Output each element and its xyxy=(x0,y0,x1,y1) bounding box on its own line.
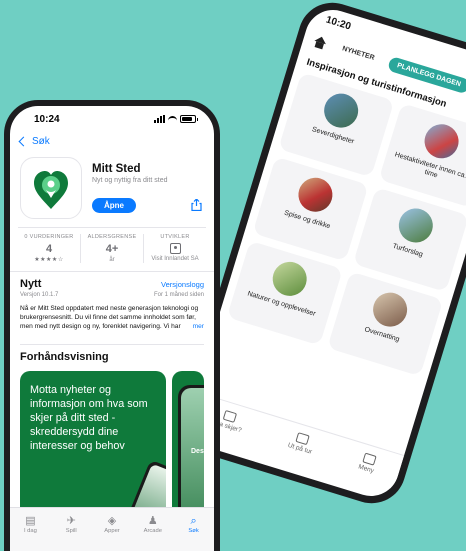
tab-arcade[interactable]: ♟ Arcade xyxy=(136,514,170,551)
category-thumbnail xyxy=(394,204,437,247)
category-thumbnail xyxy=(419,119,463,163)
wifi-icon xyxy=(168,115,177,123)
tab-label: Søk xyxy=(188,528,199,534)
status-time: 10:24 xyxy=(34,113,60,125)
battery-icon xyxy=(180,115,198,123)
developer-name: Visit Innlandet SA xyxy=(151,256,199,262)
layers-icon: ◈ xyxy=(107,515,117,527)
person-icon xyxy=(169,243,181,254)
map-icon xyxy=(295,432,311,446)
preview-section: Forhåndsvisning Motta nyheter og informa… xyxy=(10,343,214,531)
joystick-icon: ♟ xyxy=(147,515,158,527)
category-thumbnail xyxy=(267,257,311,300)
category-label: Hestaktiviteter innen ca. 1 time xyxy=(393,151,466,182)
developer-header: UTVIKLER xyxy=(160,234,190,240)
status-icons xyxy=(154,115,198,123)
back-button[interactable]: Søk xyxy=(10,132,214,151)
nav-ut-pa-tur[interactable]: Ut på tur xyxy=(286,430,316,456)
back-phone-screen: 10:20 ▮▮▮ NYHETER PLANLEGG DAGEN Inspira… xyxy=(181,3,466,503)
preview-title: Forhåndsvisning xyxy=(20,343,204,363)
version-row: Versjon 10.1.7 For 1 måned siden xyxy=(20,292,204,298)
heart-location-icon xyxy=(34,171,68,209)
status-bar: 10:24 xyxy=(10,106,214,132)
app-icon xyxy=(20,157,82,219)
category-thumbnail xyxy=(319,89,362,132)
ratings-value: 4 xyxy=(45,243,53,255)
tab-label: Spill xyxy=(65,528,77,534)
screenshot-caption: Motta nyheter og informasjon om hva som … xyxy=(30,383,148,452)
app-store-screen: 10:24 Søk Mitt Sted Nyt og nyttig fra di… xyxy=(10,106,214,551)
today-icon: ▤ xyxy=(25,515,36,527)
category-thumbnail xyxy=(293,173,337,216)
app-header: Mitt Sted Nyt og nyttig fra ditt sted Åp… xyxy=(10,151,214,227)
age-column: ALDERSGRENSE 4+ år xyxy=(81,234,144,263)
age-unit: år xyxy=(109,257,115,263)
open-button[interactable]: Åpne xyxy=(92,198,136,213)
whats-new-header: Nytt Versjonslogg xyxy=(20,272,204,290)
age-header: ALDERSGRENSE xyxy=(87,234,137,240)
chevron-left-icon xyxy=(18,136,29,147)
app-meta: Mitt Sted Nyt og nyttig fra ditt sted Åp… xyxy=(92,157,204,219)
version-number: Versjon 10.1.7 xyxy=(20,292,59,298)
category-label: Overnatting xyxy=(363,326,401,344)
rocket-icon: ✈ xyxy=(66,515,76,527)
release-age: For 1 måned siden xyxy=(153,292,204,298)
release-notes: Nå er Mitt Sted oppdatert med neste gene… xyxy=(20,304,204,332)
back-status-time: 10:20 xyxy=(324,13,353,32)
star-rating: ★★★★☆ xyxy=(34,257,64,263)
tab-bar: ▤ I dag ✈ Spill ◈ Apper ♟ Arcade ⌕ Søk xyxy=(10,507,214,551)
release-notes-text: Nå er Mitt Sted oppdatert med neste gene… xyxy=(20,305,199,331)
nav-label: Ut på tur xyxy=(286,441,313,456)
front-phone: 10:24 Søk Mitt Sted Nyt og nyttig fra di… xyxy=(4,100,220,551)
signal-icon xyxy=(154,115,165,123)
tab-spill[interactable]: ✈ Spill xyxy=(54,514,88,551)
tab-label: Apper xyxy=(104,528,120,534)
age-value: 4+ xyxy=(105,243,119,255)
back-label: Søk xyxy=(32,136,50,147)
app-name: Mitt Sted xyxy=(92,163,141,175)
tab-label: Arcade xyxy=(143,528,162,534)
category-card[interactable]: Overnatting xyxy=(327,271,444,377)
whats-new-title: Nytt xyxy=(20,278,42,290)
ratings-column: 0 VURDERINGER 4 ★★★★☆ xyxy=(18,234,81,263)
tab-sok[interactable]: ⌕ Søk xyxy=(177,514,211,551)
category-card[interactable]: Naturer og opplevelser xyxy=(226,240,343,346)
more-link[interactable]: mer xyxy=(188,322,204,332)
home-icon[interactable] xyxy=(312,34,329,50)
category-card[interactable]: Spise og drikke xyxy=(252,156,369,262)
nav-meny[interactable]: Meny xyxy=(357,452,378,475)
tab-apper[interactable]: ◈ Apper xyxy=(95,514,129,551)
info-strip: 0 VURDERINGER 4 ★★★★☆ ALDERSGRENSE 4+ år… xyxy=(18,227,206,271)
calendar-icon xyxy=(222,409,237,423)
app-subtitle: Nyt og nyttig fra ditt sted xyxy=(92,177,168,184)
category-label: Turforslag xyxy=(391,242,424,259)
whats-new-section: Nytt Versjonslogg Versjon 10.1.7 For 1 m… xyxy=(10,271,214,332)
category-grid: Severdigheter Hestaktiviteter innen ca. … xyxy=(219,70,466,379)
category-thumbnail xyxy=(368,288,411,331)
search-icon: ⌕ xyxy=(190,515,197,527)
version-history-link[interactable]: Versjonslogg xyxy=(161,280,204,289)
category-label: Spise og drikke xyxy=(283,209,332,231)
category-label: Severdigheter xyxy=(311,126,355,146)
share-icon[interactable] xyxy=(191,199,202,211)
tab-label: I dag xyxy=(23,528,37,534)
menu-icon xyxy=(361,452,377,466)
ratings-header: 0 VURDERINGER xyxy=(24,234,74,240)
tab-i-dag[interactable]: ▤ I dag xyxy=(13,514,47,551)
developer-column[interactable]: UTVIKLER Visit Innlandet SA xyxy=(144,234,206,263)
